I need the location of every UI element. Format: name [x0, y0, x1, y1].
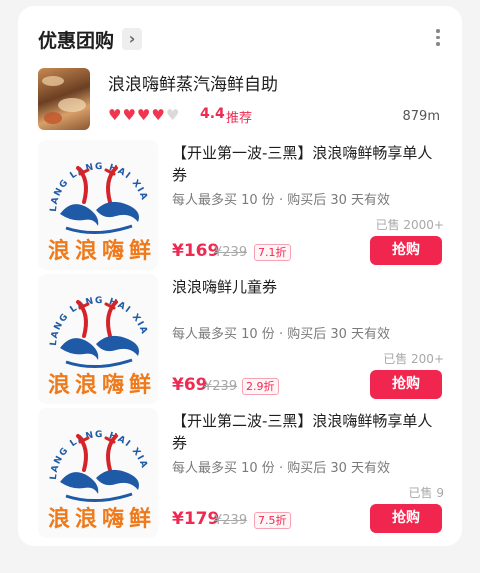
logo-char: 鲜 [129, 373, 151, 398]
logo-char: 浪 [48, 372, 70, 398]
sold-count: 已售 2000+ [375, 218, 444, 232]
deal-title: 浪浪嗨鲜儿童券 [172, 278, 278, 296]
logo-char: 嗨 [102, 372, 124, 398]
recommend-label: 推荐 [226, 111, 253, 126]
deal-price: ¥69 [172, 375, 208, 395]
original-price: ¥239 [204, 379, 238, 394]
buy-button[interactable]: 抢购 [370, 370, 442, 399]
distance: 879m [402, 109, 440, 124]
shop-thumbnail[interactable] [38, 68, 90, 130]
restaurant-logo: LANG LANG HAI XIAN 浪浪嗨鲜 [38, 408, 158, 538]
deal-item[interactable]: LANG LANG HAI XIAN 浪浪嗨鲜 【开业第一波-三黑】浪浪嗨鲜畅享… [38, 140, 444, 270]
shop-name[interactable]: 浪浪嗨鲜蒸汽海鲜自助 [108, 70, 278, 95]
deal-title: 【开业第二波-三黑】浪浪嗨鲜畅享单人券 [172, 412, 433, 452]
logo-arc-text: LANG LANG HAI XIAN [38, 408, 149, 480]
buy-button[interactable]: 抢购 [370, 236, 442, 265]
rating-score: 4.4 [200, 106, 225, 122]
discount-badge: 7.1折 [254, 244, 291, 261]
heart-icon: ♥ [136, 106, 151, 124]
discount-badge: 2.9折 [242, 378, 279, 395]
logo-arc-text: LANG LANG HAI XIAN [38, 274, 149, 346]
logo-graphic: LANG LANG HAI XIAN 浪浪嗨鲜 [38, 408, 151, 532]
chevron-right-icon[interactable]: › [122, 28, 142, 50]
logo-char: 浪 [75, 506, 97, 532]
logo-char: 浪 [48, 238, 70, 264]
section-title: 优惠团购 [38, 30, 115, 52]
deal-price: ¥179 [172, 509, 220, 529]
logo-char: 鲜 [129, 507, 151, 532]
logo-graphic: LANG LANG HAI XIAN 浪浪嗨鲜 [38, 274, 151, 398]
sold-count: 已售 9 [408, 486, 444, 500]
deal-limit: 每人最多买 10 份 · 购买后 30 天有效 [172, 193, 391, 208]
logo-char: 鲜 [129, 239, 151, 264]
sold-count: 已售 200+ [383, 352, 444, 366]
group-buy-card: 优惠团购 › 浪浪嗨鲜蒸汽海鲜自助 ♥ ♥ ♥ ♥ ♥ 4.4 推荐 879m … [18, 6, 462, 546]
deal-item[interactable]: LANG LANG HAI XIAN 浪浪嗨鲜 【开业第二波-三黑】浪浪嗨鲜畅享… [38, 408, 444, 538]
logo-char: 嗨 [102, 238, 124, 264]
deal-title: 【开业第一波-三黑】浪浪嗨鲜畅享单人券 [172, 144, 433, 184]
logo-graphic: LANG LANG HAI XIAN 浪浪嗨鲜 [38, 140, 151, 264]
deal-limit: 每人最多买 10 份 · 购买后 30 天有效 [172, 327, 391, 342]
heart-icon: ♥ [108, 106, 122, 124]
restaurant-logo: LANG LANG HAI XIAN 浪浪嗨鲜 [38, 274, 158, 404]
deal-item[interactable]: LANG LANG HAI XIAN 浪浪嗨鲜 浪浪嗨鲜儿童券 每人最多买 10… [38, 274, 444, 404]
deal-price: ¥169 [172, 241, 220, 261]
logo-char: 浪 [75, 238, 97, 264]
original-price: ¥239 [214, 513, 248, 528]
logo-char: 浪 [48, 506, 70, 532]
deal-limit: 每人最多买 10 份 · 购买后 30 天有效 [172, 461, 391, 476]
logo-char: 嗨 [102, 506, 124, 532]
heart-icon: ♥ [151, 106, 165, 124]
buy-button[interactable]: 抢购 [370, 504, 442, 533]
logo-char: 浪 [75, 372, 97, 398]
heart-icon: ♥ [165, 106, 180, 124]
heart-rating: ♥ ♥ ♥ ♥ ♥ [108, 107, 179, 123]
more-options-icon[interactable] [432, 26, 444, 52]
heart-icon: ♥ [122, 106, 136, 124]
original-price: ¥239 [214, 245, 248, 260]
logo-arc-text: LANG LANG HAI XIAN [38, 140, 149, 212]
discount-badge: 7.5折 [254, 512, 291, 529]
restaurant-logo: LANG LANG HAI XIAN 浪浪嗨鲜 [38, 140, 158, 270]
